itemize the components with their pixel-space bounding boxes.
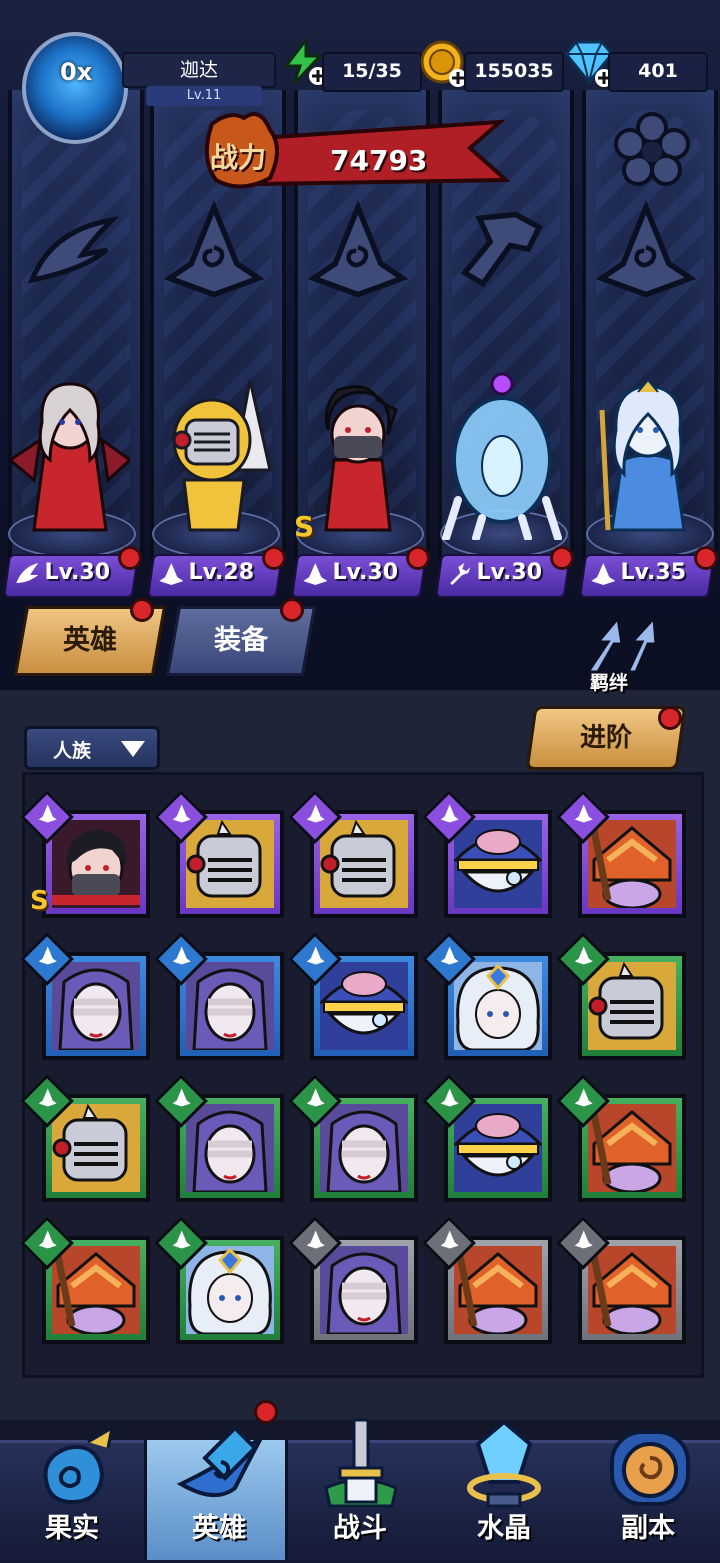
wing-icon — [16, 563, 39, 583]
gold-counter: 155035 — [464, 52, 564, 92]
combat-power-value: 74793 — [330, 144, 428, 177]
lineup-slot-5[interactable] — [578, 340, 718, 580]
player-info: 迦达 Lv.11 — [122, 52, 276, 108]
bond-label: 羁绊 — [590, 672, 629, 694]
wizard-hat-icon — [159, 563, 184, 585]
bandaged-nun-portrait — [186, 962, 274, 1050]
wrench-icon — [452, 190, 552, 310]
vampire-hero-figure — [10, 382, 130, 532]
wizard-hat-icon — [308, 190, 408, 310]
hero-level-text: Lv.30 — [332, 560, 399, 585]
player-level: Lv.11 — [146, 86, 262, 106]
tab-equipment-label: 装备 — [214, 625, 268, 656]
wizard-hat-icon — [596, 190, 696, 310]
alert-dot — [130, 598, 154, 622]
nav-item-4[interactable]: 副本 — [576, 1430, 720, 1560]
alert-dot — [658, 706, 682, 730]
brain-wizard-portrait — [454, 1104, 542, 1192]
player-name: 迦达 — [122, 52, 276, 88]
tab-heroes-label: 英雄 — [63, 625, 117, 656]
wing-icon — [22, 190, 122, 310]
lineup-slot-4[interactable] — [432, 340, 572, 580]
alert-dot — [118, 546, 142, 570]
alert-dot — [694, 546, 718, 570]
knight-portrait — [320, 820, 408, 908]
knight-portrait — [52, 1104, 140, 1192]
bandaged-nun-portrait — [52, 962, 140, 1050]
nav-item-1[interactable]: 英雄 — [144, 1425, 288, 1560]
player-avatar[interactable]: 0x — [22, 32, 128, 144]
alert-dot — [406, 546, 430, 570]
wizard-hat-icon — [164, 190, 264, 310]
hero-level-text: Lv.35 — [620, 560, 687, 585]
hero-level-text: Lv.28 — [188, 560, 255, 585]
nav-item-3[interactable]: 水晶 — [432, 1419, 576, 1560]
ninja-hero-figure — [324, 385, 398, 532]
combat-power-banner: 战力 74793 — [200, 108, 510, 194]
energy-icon[interactable] — [280, 35, 328, 90]
flower-ornament-icon — [612, 110, 692, 194]
ninja-portrait — [52, 820, 140, 908]
battle-sword-icon — [324, 1418, 398, 1508]
fruit-icon — [43, 1425, 115, 1505]
race-filter-value: 人族 — [53, 740, 92, 762]
lineup-slot-1[interactable] — [0, 340, 140, 580]
nav-label: 战斗 — [333, 1513, 387, 1544]
ice-queen-portrait — [186, 1246, 274, 1334]
bandaged-nun-portrait — [320, 1104, 408, 1192]
nav-label: 果实 — [45, 1513, 99, 1544]
ice-queen-portrait — [454, 962, 542, 1050]
ice-queen-hero-figure — [599, 378, 686, 532]
lineup-slot-3[interactable]: S — [288, 340, 428, 580]
bandaged-nun-portrait — [186, 1104, 274, 1192]
nav-item-0[interactable]: 果实 — [0, 1425, 144, 1560]
alert-dot — [262, 546, 286, 570]
chevron-down-icon — [121, 741, 145, 757]
bandaged-nun-portrait — [320, 1246, 408, 1334]
nav-label: 水晶 — [477, 1513, 531, 1544]
jar-creature-hero-figure — [442, 372, 562, 540]
energy-counter: 15/35 — [322, 52, 422, 92]
alert-dot — [254, 1400, 278, 1424]
gold-coin-icon[interactable] — [418, 38, 470, 94]
hooded-elder-portrait — [588, 1246, 676, 1334]
advance-button-label: 进阶 — [579, 723, 632, 753]
wrench-icon — [450, 563, 471, 585]
combat-power-label: 战力 — [210, 141, 267, 174]
brain-wizard-portrait — [454, 820, 542, 908]
alert-dot — [550, 546, 574, 570]
brain-wizard-portrait — [320, 962, 408, 1050]
hero-level-text: Lv.30 — [476, 560, 543, 585]
dungeon-portal-icon — [610, 1430, 690, 1506]
hooded-elder-portrait — [52, 1246, 140, 1334]
lineup-slot-2[interactable] — [144, 340, 284, 580]
crystal-icon — [467, 1419, 541, 1508]
knight-portrait — [186, 820, 274, 908]
avatar-multiplier: 0x — [60, 58, 93, 86]
rank-s-badge: S — [294, 510, 315, 543]
hero-level-text: Lv.30 — [44, 560, 111, 585]
knight-hero-figure — [172, 379, 272, 532]
nav-label: 英雄 — [192, 1513, 246, 1544]
hero-hat-icon — [176, 1425, 263, 1497]
race-filter-dropdown[interactable]: 人族 — [24, 726, 160, 770]
rank-s-badge: S — [30, 886, 49, 916]
hooded-elder-portrait — [588, 820, 676, 908]
hooded-elder-portrait — [454, 1246, 542, 1334]
nav-label: 副本 — [621, 1513, 675, 1544]
knight-portrait — [588, 962, 676, 1050]
diamond-counter: 401 — [608, 52, 708, 92]
wizard-hat-icon — [303, 563, 328, 585]
alert-dot — [280, 598, 304, 622]
wizard-hat-icon — [591, 563, 616, 585]
nav-item-2[interactable]: 战斗 — [288, 1418, 432, 1560]
hooded-elder-portrait — [588, 1104, 676, 1192]
